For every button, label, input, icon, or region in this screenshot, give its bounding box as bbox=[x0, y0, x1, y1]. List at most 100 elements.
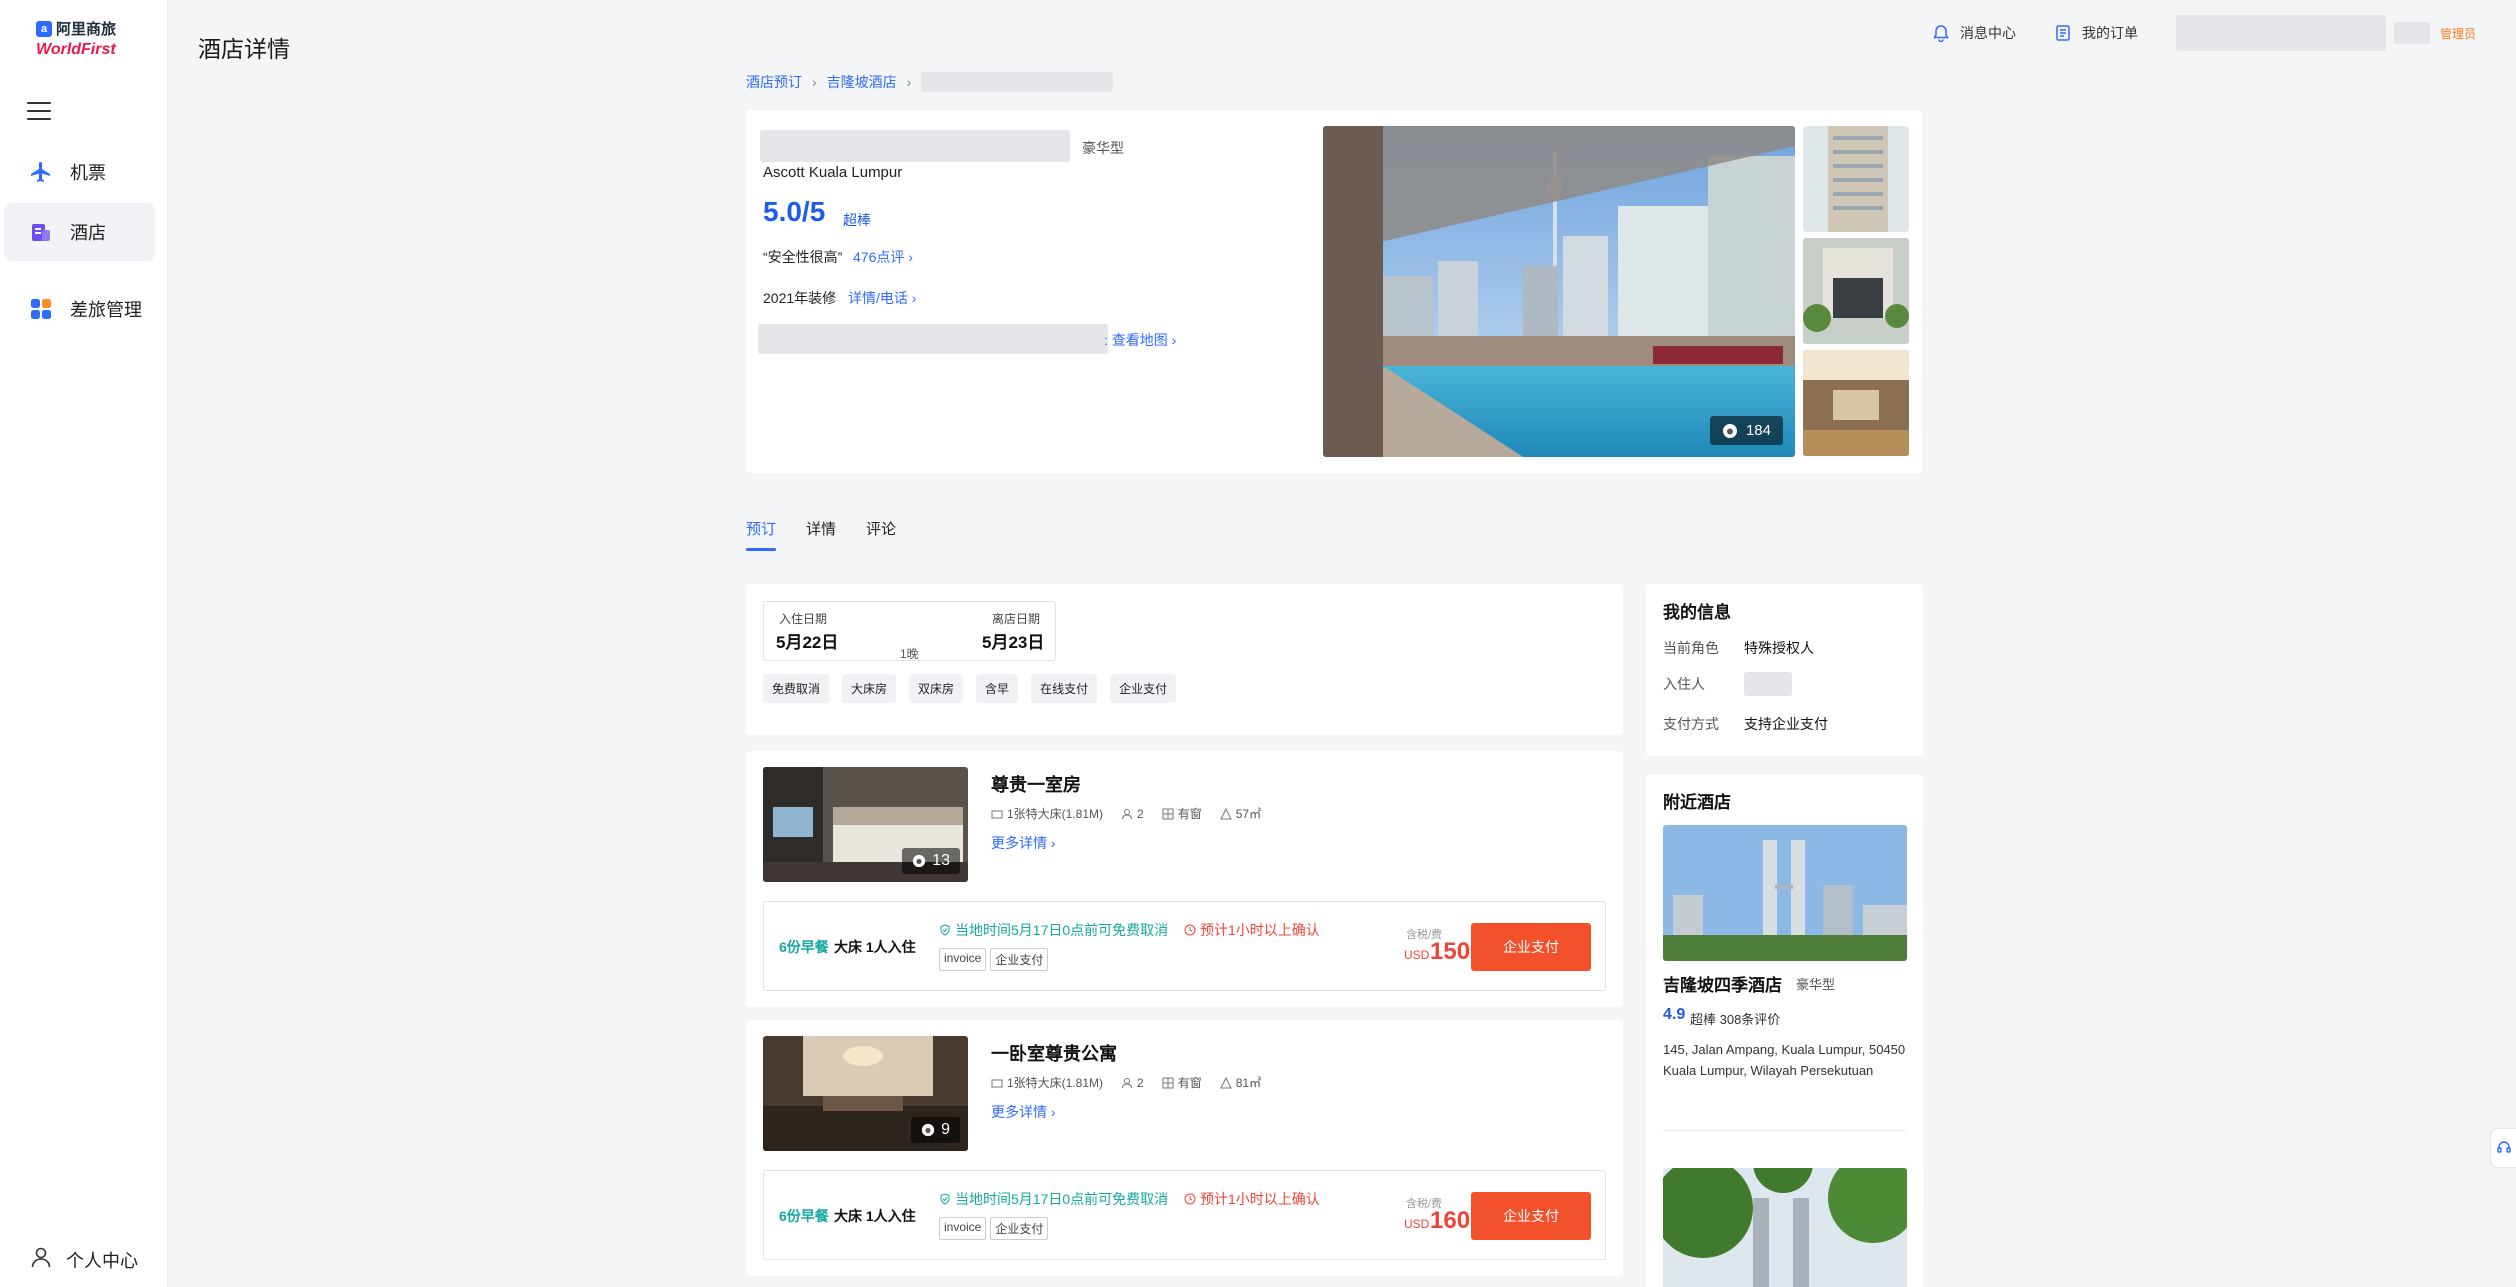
payment-row: 支付方式 支持企业支付 bbox=[1663, 714, 1828, 734]
filter-free-cancel[interactable]: 免费取消 bbox=[763, 674, 830, 703]
room-card: 13 尊贵一室房 1张特大床(1.81M) 2 有窗 57㎡ 更多详情 › 6份… bbox=[746, 751, 1623, 1007]
detail-tabs: 预订 详情 评论 bbox=[746, 518, 896, 551]
room-photo-count: 13 bbox=[932, 852, 950, 869]
building-image bbox=[1803, 126, 1909, 232]
payment-value: 支持企业支付 bbox=[1744, 716, 1828, 732]
tab-details[interactable]: 详情 bbox=[806, 518, 836, 551]
brand-logo[interactable]: a 阿里商旅 WorldFirst bbox=[36, 18, 136, 59]
filter-breakfast[interactable]: 含早 bbox=[976, 674, 1019, 703]
nearby-hotel-photo[interactable] bbox=[1663, 825, 1907, 961]
tab-reviews[interactable]: 评论 bbox=[866, 518, 896, 551]
checkout-date: 5月23日 bbox=[982, 633, 1045, 652]
room-more-details-link[interactable]: 更多详情 › bbox=[991, 1102, 1056, 1122]
user-icon bbox=[30, 1246, 52, 1273]
my-info-card: 我的信息 当前角色 特殊授权人 入住人 支付方式 支持企业支付 bbox=[1646, 584, 1923, 756]
menu-toggle-icon[interactable] bbox=[27, 102, 51, 120]
my-orders-link[interactable]: 我的订单 bbox=[2054, 23, 2138, 43]
sidebar-item-hotel[interactable]: 酒店 bbox=[4, 203, 155, 261]
price-value: 160 bbox=[1430, 1207, 1471, 1234]
room-specs: 1张特大床(1.81M) 2 有窗 57㎡ bbox=[991, 805, 1261, 822]
filter-twin-bed[interactable]: 双床房 bbox=[909, 674, 964, 703]
room-photo-count-badge: 9 bbox=[911, 1117, 960, 1143]
nearby-hotel-score: 4.9 bbox=[1663, 1006, 1686, 1023]
entrance-image bbox=[1803, 238, 1909, 344]
corporate-pay-tag: 企业支付 bbox=[990, 1217, 1049, 1240]
sidebar-item-flights[interactable]: 机票 bbox=[4, 143, 155, 201]
checkin-label: 入住日期 bbox=[779, 612, 828, 626]
avatar[interactable] bbox=[2393, 22, 2430, 44]
review-quote: “安全性很高” bbox=[763, 249, 843, 265]
nearby-hotel-type: 豪华型 bbox=[1796, 977, 1836, 992]
rate-tags: invoice 企业支付 bbox=[939, 948, 1049, 971]
brand-name-en: WorldFirst bbox=[36, 41, 116, 58]
sidebar-item-travel-management[interactable]: 差旅管理 bbox=[4, 280, 155, 338]
details-phone-link[interactable]: 详情/电话 › bbox=[848, 288, 916, 308]
nights-count: 1晚 bbox=[900, 647, 919, 661]
nearby-hotel-address: 145, Jalan Ampang, Kuala Lumpur, 50450 K… bbox=[1663, 1042, 1906, 1078]
room-photo[interactable]: 9 bbox=[763, 1036, 968, 1151]
hotel-score: 5.0/5 bbox=[763, 196, 826, 227]
hotel-name-en: Ascott Kuala Lumpur bbox=[763, 164, 903, 181]
bed-icon bbox=[991, 810, 1003, 818]
corporate-pay-button[interactable]: 企业支付 bbox=[1471, 1192, 1591, 1240]
shield-check-icon bbox=[940, 924, 950, 936]
tab-booking[interactable]: 预订 bbox=[746, 518, 777, 551]
checkin-date: 5月22日 bbox=[776, 633, 839, 652]
area-icon bbox=[1219, 1076, 1232, 1088]
room-photo-count-badge: 13 bbox=[902, 848, 960, 874]
my-info-title: 我的信息 bbox=[1663, 603, 1731, 622]
nearby-title: 附近酒店 bbox=[1663, 793, 1731, 812]
rate-meal: 6份早餐 bbox=[779, 939, 829, 955]
rate-bed-type: 大床 1人入住 bbox=[834, 1208, 916, 1224]
breadcrumb-hotel-booking[interactable]: 酒店预订 bbox=[746, 72, 802, 92]
page-title: 酒店详情 bbox=[198, 36, 290, 62]
photo-count: 184 bbox=[1745, 422, 1771, 439]
nearby-hotel-photo-2[interactable] bbox=[1663, 1168, 1907, 1287]
area-icon bbox=[1219, 807, 1232, 819]
message-center-link[interactable]: 消息中心 bbox=[1932, 23, 2016, 43]
rate-bed-type: 大床 1人入住 bbox=[834, 939, 916, 955]
towers-trees-image bbox=[1663, 1168, 1907, 1287]
sidebar-item-label: 酒店 bbox=[70, 223, 106, 243]
hotel-name-redacted bbox=[760, 130, 1070, 162]
shield-check-icon bbox=[940, 1193, 950, 1205]
role-label: 当前角色 bbox=[1663, 640, 1719, 656]
customer-service-icon[interactable] bbox=[2490, 1128, 2516, 1168]
corporate-pay-button[interactable]: 企业支付 bbox=[1471, 923, 1591, 971]
account-name-redacted[interactable] bbox=[2175, 15, 2386, 51]
camera-icon bbox=[913, 854, 926, 868]
user-center-link[interactable]: 个人中心 bbox=[30, 1246, 138, 1273]
room-guests-spec: 2 bbox=[1121, 1074, 1144, 1091]
hotel-thumb-entrance[interactable] bbox=[1803, 238, 1909, 344]
renovation-year: 2021年装修 bbox=[763, 290, 837, 306]
filter-corporate-pay[interactable]: 企业支付 bbox=[1110, 674, 1177, 703]
document-icon bbox=[2056, 25, 2070, 41]
grid-icon bbox=[28, 296, 54, 322]
filter-online-pay[interactable]: 在线支付 bbox=[1031, 674, 1098, 703]
rate-cancel-policy: 当地时间5月17日0点前可免费取消 bbox=[939, 1189, 1168, 1209]
breadcrumb-city-hotels[interactable]: 吉隆坡酒店 bbox=[827, 72, 897, 92]
invoice-tag: invoice bbox=[939, 948, 987, 971]
rate-cancel-policy: 当地时间5月17日0点前可免费取消 bbox=[939, 920, 1168, 940]
room-window-spec: 有窗 bbox=[1162, 805, 1202, 822]
date-picker[interactable]: 入住日期 5月22日 1晚 离店日期 5月23日 bbox=[763, 601, 1056, 661]
nearby-hotel-name[interactable]: 吉隆坡四季酒店 bbox=[1663, 971, 1782, 996]
view-map-link[interactable]: : 查看地图 › bbox=[1104, 330, 1176, 350]
chevron-right-icon: › bbox=[906, 74, 912, 90]
hotel-address-redacted bbox=[758, 324, 1108, 354]
filter-king-bed[interactable]: 大床房 bbox=[842, 674, 897, 703]
guest-name-redacted[interactable] bbox=[1744, 672, 1792, 696]
reviews-link[interactable]: 476点评 › bbox=[853, 247, 913, 267]
sidebar-item-label: 差旅管理 bbox=[70, 300, 142, 320]
room-more-details-link[interactable]: 更多详情 › bbox=[991, 833, 1056, 853]
price-currency: USD bbox=[1404, 1217, 1430, 1231]
nearby-hotel-reviews: 超棒 308条评价 bbox=[1690, 1012, 1781, 1027]
photo-count-badge: 184 bbox=[1709, 416, 1783, 445]
user-center-label: 个人中心 bbox=[66, 1250, 138, 1271]
room-photo[interactable]: 13 bbox=[763, 767, 968, 882]
hotel-main-photo[interactable]: 184 bbox=[1323, 126, 1795, 457]
skyline-image bbox=[1663, 825, 1907, 961]
hotel-thumb-exterior[interactable] bbox=[1803, 126, 1909, 232]
nearby-hotels-card: 附近酒店 吉隆坡四季酒店 豪华型 4.9 超棒 308条评价 145, Jala… bbox=[1646, 774, 1923, 1287]
hotel-thumb-lobby[interactable] bbox=[1803, 350, 1909, 456]
